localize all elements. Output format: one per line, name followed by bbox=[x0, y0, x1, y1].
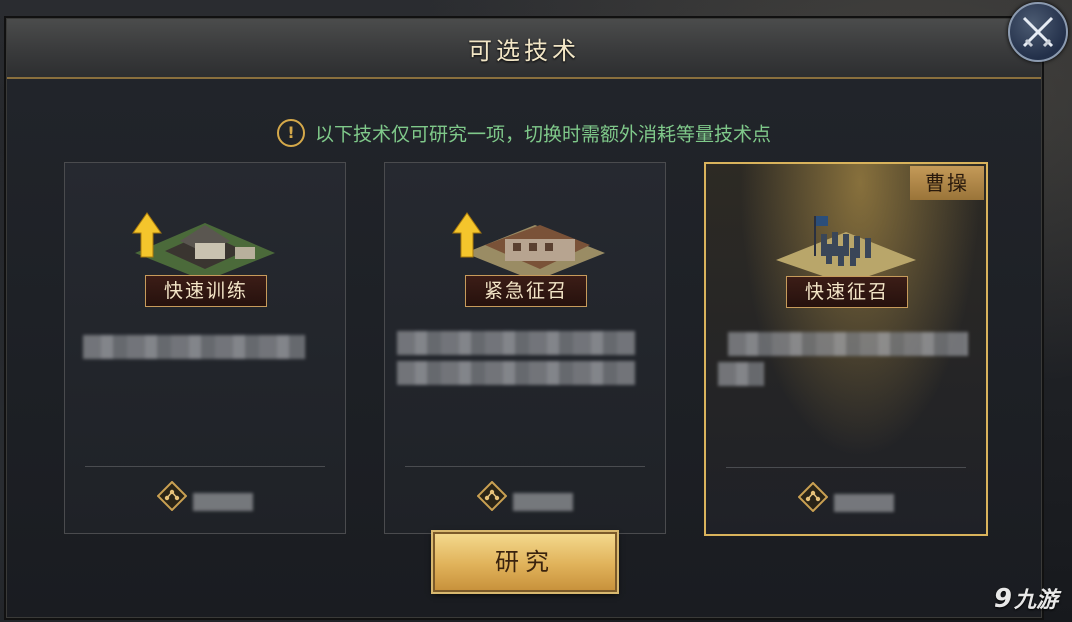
dialog-titlebar: 可选技术 bbox=[7, 19, 1041, 79]
tech-card-quick-conscription[interactable]: 曹操 快速征召 bbox=[704, 162, 988, 536]
notice-row: ! 以下技术仅可研究一项，切换时需额外消耗等量技术点 bbox=[7, 119, 1041, 147]
tech-point-icon bbox=[477, 481, 507, 511]
tech-cost bbox=[834, 494, 894, 512]
close-button[interactable] bbox=[1008, 2, 1068, 62]
tech-description bbox=[83, 335, 305, 359]
fortress-upgrade-icon bbox=[452, 212, 605, 281]
tech-point-icon bbox=[157, 481, 187, 511]
dialog-title: 可选技术 bbox=[468, 37, 580, 65]
card-divider bbox=[405, 466, 645, 467]
card-divider bbox=[85, 466, 325, 467]
crossed-swords-icon bbox=[1022, 16, 1054, 48]
card-divider bbox=[726, 467, 966, 468]
watermark: 9九游 bbox=[994, 582, 1058, 614]
tech-point-icon bbox=[798, 482, 828, 512]
tech-description bbox=[397, 361, 635, 385]
tech-card-quick-training[interactable]: 快速训练 bbox=[64, 162, 346, 534]
building-upgrade-icon bbox=[132, 212, 275, 281]
watermark-text: 九游 bbox=[1013, 588, 1058, 613]
warning-icon: ! bbox=[276, 119, 305, 147]
tech-description bbox=[397, 331, 635, 355]
tech-name: 快速训练 bbox=[145, 275, 267, 307]
tech-description bbox=[718, 362, 764, 386]
tech-card-emergency-conscription[interactable]: 紧急征召 bbox=[384, 162, 666, 534]
notice-text: 以下技术仅可研究一项，切换时需额外消耗等量技术点 bbox=[314, 123, 771, 146]
tech-description bbox=[728, 332, 968, 356]
tech-name: 快速征召 bbox=[786, 276, 908, 308]
hero-tag: 曹操 bbox=[910, 166, 984, 200]
tech-cost bbox=[193, 493, 253, 511]
tech-name: 紧急征召 bbox=[465, 275, 587, 307]
tech-select-dialog: 可选技术 ! 以下技术仅可研究一项，切换时需额外消耗等量技术点 快速训练 紧急征… bbox=[6, 18, 1042, 618]
tech-cost bbox=[513, 493, 573, 511]
logo-icon: 9 bbox=[993, 584, 1012, 614]
research-button[interactable]: 研究 bbox=[433, 532, 617, 592]
army-formation-icon bbox=[776, 216, 916, 284]
